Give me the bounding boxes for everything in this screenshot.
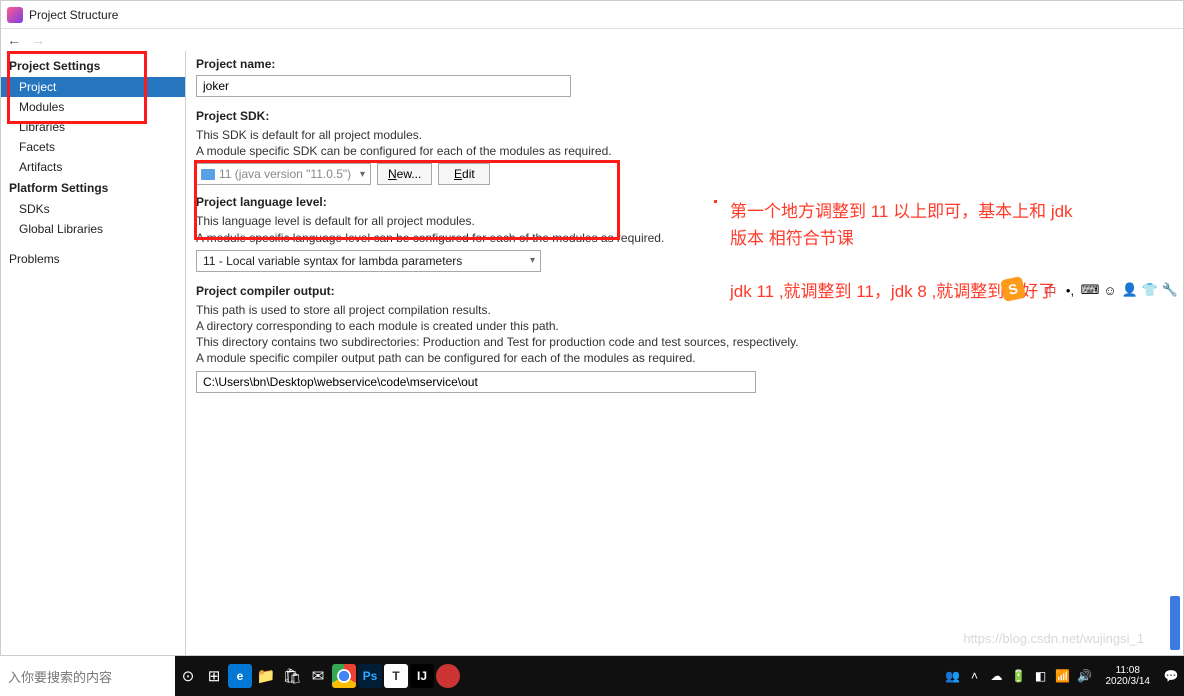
- intellij-icon[interactable]: IJ: [409, 656, 435, 696]
- project-name-label: Project name:: [196, 57, 1173, 71]
- tray-people-icon[interactable]: 👥: [944, 656, 962, 696]
- scrollbar-indicator: [1170, 596, 1180, 650]
- explorer-icon[interactable]: 📁: [253, 656, 279, 696]
- content-panel: Project name: Project SDK: This SDK is d…: [186, 51, 1183, 655]
- language-level-combo[interactable]: 11 - Local variable syntax for lambda pa…: [196, 250, 541, 272]
- taskview-icon[interactable]: ⊞: [201, 656, 227, 696]
- sidebar-item-artifacts[interactable]: Artifacts: [1, 157, 185, 177]
- tray-battery-icon[interactable]: 🔋: [1010, 656, 1028, 696]
- project-sdk-label: Project SDK:: [196, 109, 1173, 123]
- edge-icon[interactable]: e: [227, 656, 253, 696]
- ime-toolbar: 中 •, ⌨ ☺ 👤 👕 🔧: [1042, 282, 1178, 298]
- tray-wifi-icon[interactable]: 📶: [1054, 656, 1072, 696]
- tray-onedrive-icon[interactable]: ☁: [988, 656, 1006, 696]
- sdk-desc-2: A module specific SDK can be configured …: [196, 143, 1173, 159]
- sidebar: Project Settings Project Modules Librari…: [1, 51, 186, 655]
- sidebar-item-libraries[interactable]: Libraries: [1, 117, 185, 137]
- compiler-desc-4: A module specific compiler output path c…: [196, 350, 1173, 366]
- sdk-desc-1: This SDK is default for all project modu…: [196, 127, 1173, 143]
- window-title: Project Structure: [29, 8, 118, 22]
- annotation-text-1: 第一个地方调整到 11 以上即可，基本上和 jdk 版本 相符合节课: [730, 198, 1090, 252]
- app-icon: [7, 7, 23, 23]
- compiler-output-input[interactable]: [196, 371, 756, 393]
- sidebar-item-facets[interactable]: Facets: [1, 137, 185, 157]
- project-sdk-combo[interactable]: 11 (java version "11.0.5"): [196, 163, 371, 185]
- forward-arrow-icon: →: [31, 32, 45, 48]
- taskbar-search[interactable]: 入你要搜索的内容: [0, 656, 175, 696]
- taskbar-clock[interactable]: 11:08 2020/3/14: [1098, 665, 1159, 688]
- project-structure-window: Project Structure ← → Project Settings P…: [0, 0, 1184, 656]
- sidebar-item-modules[interactable]: Modules: [1, 97, 185, 117]
- nav-toolbar: ← →: [1, 29, 1183, 51]
- tray-app-icon[interactable]: ◧: [1032, 656, 1050, 696]
- store-icon[interactable]: 🛍: [279, 656, 305, 696]
- ime-user-icon[interactable]: 👤: [1122, 282, 1138, 298]
- new-sdk-button[interactable]: New...: [377, 163, 432, 185]
- annotation-dot: [714, 200, 717, 203]
- taskbar: 入你要搜索的内容 ⊙ ⊞ e 📁 🛍 ✉ Ps T IJ 👥 ˄ ☁ 🔋 ◧ 📶…: [0, 656, 1184, 696]
- cortana-icon[interactable]: ⊙: [175, 656, 201, 696]
- sidebar-group-platform-settings: Platform Settings: [1, 177, 185, 199]
- ime-punct-icon[interactable]: •,: [1062, 282, 1078, 298]
- photoshop-icon[interactable]: Ps: [357, 656, 383, 696]
- search-placeholder: 入你要搜索的内容: [8, 667, 112, 686]
- lang-value: 11 - Local variable syntax for lambda pa…: [203, 254, 462, 268]
- folder-icon: [201, 169, 215, 180]
- sdk-value: 11 (java version "11.0.5"): [219, 167, 351, 181]
- back-arrow-icon[interactable]: ←: [7, 32, 21, 48]
- project-name-input[interactable]: [196, 75, 571, 97]
- ime-keyboard-icon[interactable]: ⌨: [1082, 282, 1098, 298]
- app-icon-2[interactable]: [435, 656, 461, 696]
- sogou-ime-icon[interactable]: S: [1000, 276, 1026, 302]
- compiler-desc-2: A directory corresponding to each module…: [196, 318, 1173, 334]
- titlebar: Project Structure: [1, 1, 1183, 29]
- sidebar-item-problems[interactable]: Problems: [1, 249, 185, 269]
- clock-time: 11:08: [1116, 665, 1140, 677]
- compiler-desc-3: This directory contains two subdirectori…: [196, 334, 1173, 350]
- tray-volume-icon[interactable]: 🔊: [1076, 656, 1094, 696]
- notifications-icon[interactable]: 💬: [1162, 656, 1180, 696]
- ime-cn-icon[interactable]: 中: [1042, 282, 1058, 298]
- sidebar-item-sdks[interactable]: SDKs: [1, 199, 185, 219]
- sidebar-item-global-libraries[interactable]: Global Libraries: [1, 219, 185, 239]
- edit-sdk-button[interactable]: Edit: [438, 163, 490, 185]
- clock-date: 2020/3/14: [1106, 676, 1151, 688]
- ime-tool-icon[interactable]: 🔧: [1162, 282, 1178, 298]
- dialog-body: Project Settings Project Modules Librari…: [1, 51, 1183, 655]
- typora-icon[interactable]: T: [383, 656, 409, 696]
- tray-chevron-icon[interactable]: ˄: [966, 656, 984, 696]
- ime-emoji-icon[interactable]: ☺: [1102, 282, 1118, 298]
- ime-shirt-icon[interactable]: 👕: [1142, 282, 1158, 298]
- sidebar-group-project-settings: Project Settings: [1, 55, 185, 77]
- sidebar-item-project[interactable]: Project: [1, 77, 185, 97]
- mail-icon[interactable]: ✉: [305, 656, 331, 696]
- chrome-icon[interactable]: [331, 656, 357, 696]
- system-tray: 👥 ˄ ☁ 🔋 ◧ 📶 🔊 11:08 2020/3/14 💬: [944, 656, 1184, 696]
